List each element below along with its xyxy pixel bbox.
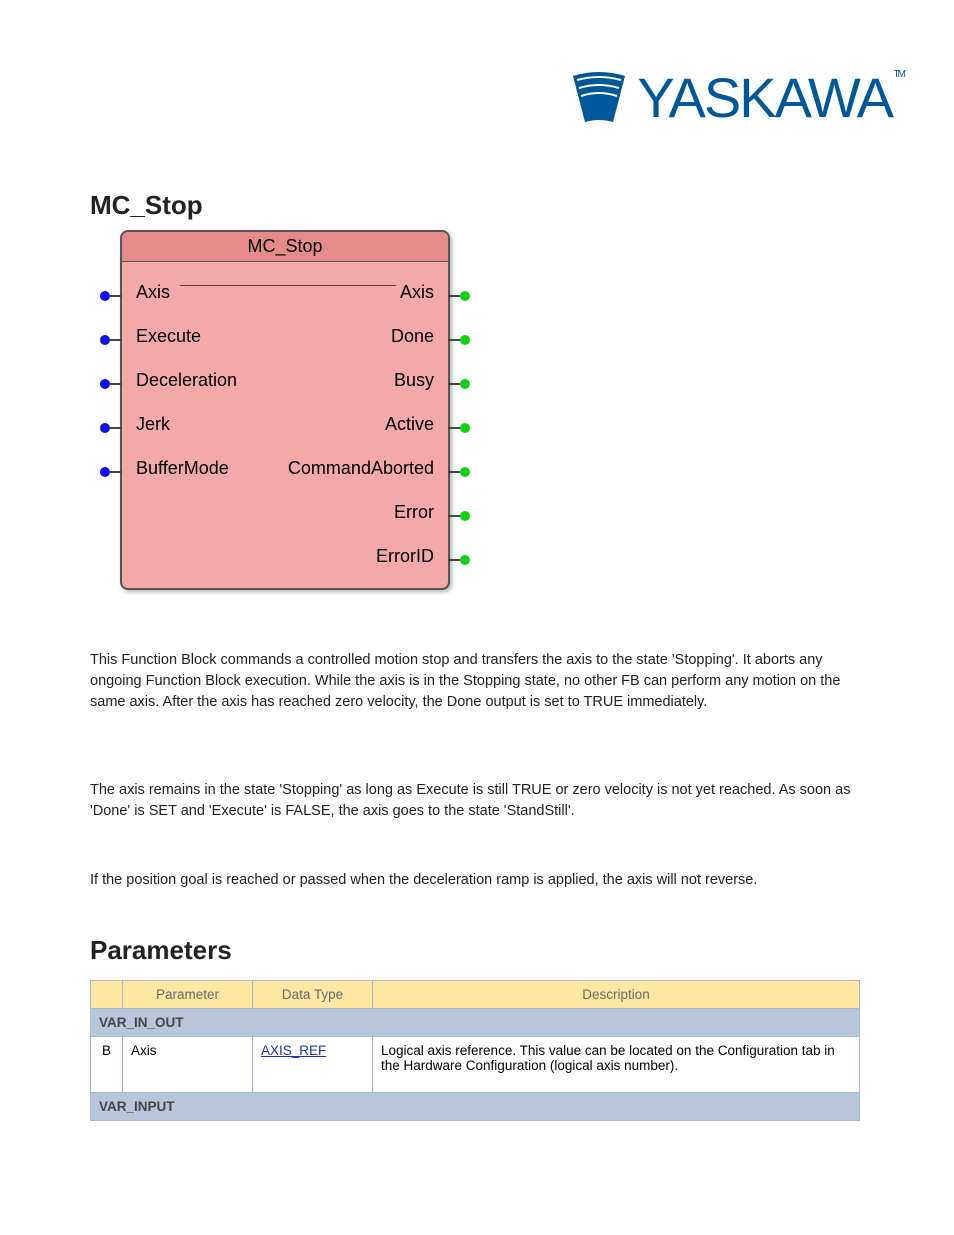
table-cell-desc: Logical axis reference. This value can b… <box>373 1037 860 1093</box>
output-label: Done <box>387 326 438 347</box>
table-header <box>91 981 123 1009</box>
input-label: BufferMode <box>132 458 233 479</box>
fb-row: ErrorID <box>132 534 438 578</box>
function-block: MC_Stop Axis Axis Execute <box>120 230 450 590</box>
fb-row: Deceleration Busy <box>132 358 438 402</box>
input-pin-icon <box>100 467 122 477</box>
logo-tm: TM <box>894 69 904 80</box>
parameters-table: Parameter Data Type Description VAR_IN_O… <box>90 980 860 1121</box>
logo-word: YASKAWA <box>637 66 892 129</box>
table-header: Description <box>373 981 860 1009</box>
table-header: Data Type <box>253 981 373 1009</box>
table-cell-type: AXIS_REF <box>253 1037 373 1093</box>
function-block-body: Axis Axis Execute Done <box>122 262 448 588</box>
description-paragraph-1: This Function Block commands a controlle… <box>90 650 860 713</box>
input-label: Jerk <box>132 414 174 435</box>
function-block-diagram: MC_Stop Axis Axis Execute <box>120 230 450 590</box>
output-label: ErrorID <box>372 546 438 567</box>
table-section-label: VAR_IN_OUT <box>91 1009 860 1037</box>
input-pin-icon <box>100 335 122 345</box>
input-label: Deceleration <box>132 370 241 391</box>
yaskawa-swoosh-icon <box>569 68 629 128</box>
yaskawa-logo: YASKAWA TM <box>569 65 892 130</box>
input-pin-icon <box>100 423 122 433</box>
output-label: Active <box>381 414 438 435</box>
table-cell-letter: B <box>91 1037 123 1093</box>
page-title: MC_Stop <box>90 190 203 221</box>
output-pin-icon <box>448 467 470 477</box>
output-pin-icon <box>448 335 470 345</box>
table-cell-param: Axis <box>123 1037 253 1093</box>
fb-row: BufferMode CommandAborted <box>132 446 438 490</box>
logo-text: YASKAWA TM <box>637 65 892 130</box>
input-label: Execute <box>132 326 205 347</box>
input-pin-icon <box>100 291 122 301</box>
table-row: B Axis AXIS_REF Logical axis reference. … <box>91 1037 860 1093</box>
function-block-title: MC_Stop <box>122 232 448 262</box>
output-pin-icon <box>448 291 470 301</box>
fb-row: Error <box>132 490 438 534</box>
output-pin-icon <box>448 555 470 565</box>
table-header-row: Parameter Data Type Description <box>91 981 860 1009</box>
output-label: CommandAborted <box>284 458 438 479</box>
output-pin-icon <box>448 379 470 389</box>
axis-ref-link[interactable]: AXIS_REF <box>261 1043 326 1058</box>
output-label: Axis <box>396 282 438 303</box>
table-section-row: VAR_INPUT <box>91 1093 860 1121</box>
table-section-label: VAR_INPUT <box>91 1093 860 1121</box>
table-section-row: VAR_IN_OUT <box>91 1009 860 1037</box>
description-paragraph-3: If the position goal is reached or passe… <box>90 870 860 891</box>
parameters-heading: Parameters <box>90 935 232 966</box>
table-header: Parameter <box>123 981 253 1009</box>
output-pin-icon <box>448 423 470 433</box>
output-label: Busy <box>390 370 438 391</box>
fb-row: Jerk Active <box>132 402 438 446</box>
output-label: Error <box>390 502 438 523</box>
fb-row: Execute Done <box>132 314 438 358</box>
description-paragraph-2: The axis remains in the state 'Stopping'… <box>90 780 860 822</box>
input-label: Axis <box>132 282 174 303</box>
input-pin-icon <box>100 379 122 389</box>
output-pin-icon <box>448 511 470 521</box>
fb-row: Axis Axis <box>132 270 438 314</box>
